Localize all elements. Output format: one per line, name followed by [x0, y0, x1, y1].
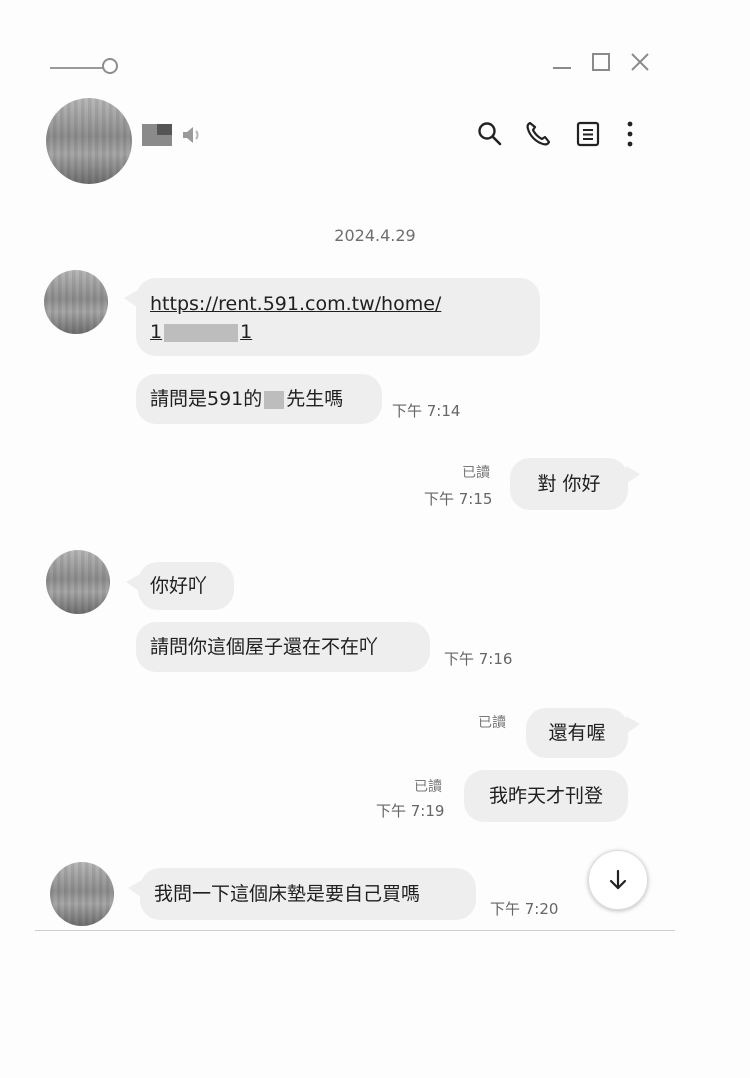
minimize-icon: [553, 67, 571, 69]
redacted-block: [264, 390, 285, 409]
message-time: 下午 7:16: [444, 650, 513, 668]
read-receipt: 已讀: [478, 715, 506, 731]
message-text: 還有喔: [548, 722, 606, 744]
read-receipt: 已讀: [414, 779, 442, 795]
message-bubble[interactable]: 對 你好: [510, 458, 640, 510]
volume-slider-knob[interactable]: [102, 58, 118, 74]
message-time: 下午 7:20: [490, 900, 559, 918]
message-bubble[interactable]: 我問一下這個床墊是要自己買嗎: [128, 868, 476, 920]
link-text-line1[interactable]: https://rent.591.com.tw/home/: [150, 290, 526, 318]
message-text: 我昨天才刊登: [488, 785, 603, 807]
minimize-button[interactable]: [550, 50, 574, 74]
volume-slider-track[interactable]: [50, 67, 106, 69]
message-bubble[interactable]: 我昨天才刊登: [464, 770, 628, 822]
message-text: 請問是591的: [150, 388, 263, 410]
message-text: 請問你這個屋子還在不在吖: [150, 636, 379, 658]
sender-avatar[interactable]: [50, 862, 114, 926]
phone-icon[interactable]: [524, 120, 552, 148]
message-text: 我問一下這個床墊是要自己買嗎: [154, 883, 421, 905]
scroll-to-bottom-button[interactable]: [588, 850, 648, 910]
message-text: 你好吖: [150, 575, 208, 597]
message-time: 下午 7:15: [424, 490, 493, 508]
arrow-down-icon: [609, 869, 627, 890]
link-message-bubble[interactable]: https://rent.591.com.tw/home/ 11: [124, 278, 540, 356]
message-time: 下午 7:14: [392, 402, 461, 420]
message-time: 下午 7:19: [376, 802, 445, 820]
message-bubble[interactable]: 請問你這個屋子還在不在吖: [136, 622, 430, 672]
contact-name-redacted[interactable]: [142, 124, 172, 146]
message-bubble[interactable]: 還有喔: [526, 708, 640, 758]
divider: [35, 930, 675, 931]
sender-avatar[interactable]: [44, 270, 108, 334]
link-text-line2[interactable]: 11: [150, 318, 526, 346]
message-text: 先生嗎: [286, 388, 344, 410]
notes-icon[interactable]: [574, 120, 602, 148]
chat-date: 2024.4.29: [334, 226, 416, 245]
contact-avatar[interactable]: [46, 98, 132, 184]
message-text: 對 你好: [537, 473, 601, 495]
message-bubble[interactable]: 你好吖: [126, 562, 234, 610]
message-bubble[interactable]: 請問是591的 先生嗎: [136, 374, 382, 424]
close-button[interactable]: [628, 50, 652, 74]
search-icon[interactable]: [476, 120, 504, 148]
close-icon: [631, 53, 649, 71]
speaker-icon: [180, 124, 202, 146]
sender-avatar[interactable]: [46, 550, 110, 614]
maximize-button[interactable]: [589, 50, 613, 74]
more-icon[interactable]: [618, 120, 646, 148]
maximize-icon: [592, 53, 610, 71]
redacted-block: [164, 323, 239, 342]
read-receipt: 已讀: [462, 465, 490, 481]
